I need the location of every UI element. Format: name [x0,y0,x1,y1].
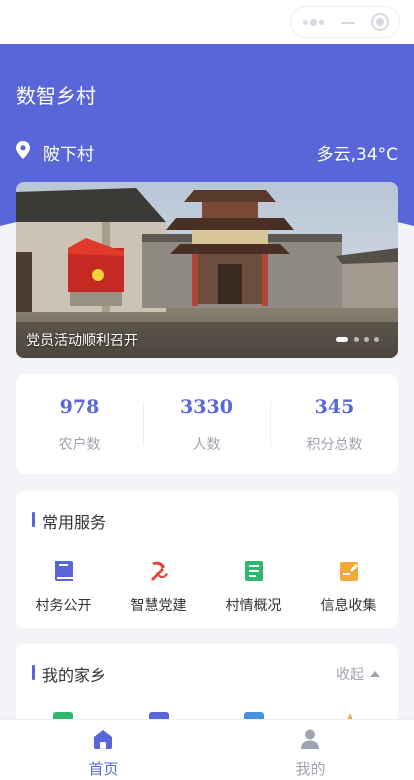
tab-label: 我的 [295,760,326,778]
location-row: 陂下村 多云,34°C [16,140,398,165]
stat-people: 3330 人数 [143,374,270,474]
service-label: 智慧党建 [130,598,187,614]
service-label: 信息收集 [320,598,377,614]
home-icon [94,730,112,749]
tab-mine[interactable]: 我的 [207,720,414,780]
stat-points: 345 积分总数 [271,374,398,474]
collapse-toggle[interactable]: 收起 [336,664,380,684]
location-pin-icon [16,141,30,159]
section-title: 常用服务 [32,509,106,532]
document-list-icon [245,561,263,581]
collapse-label: 收起 [336,667,364,683]
close-target-icon[interactable] [371,13,389,31]
banner-pagination[interactable] [336,337,388,343]
tab-label: 首页 [88,760,119,778]
stats-card: 978 农户数 3330 人数 345 积分总数 [16,374,398,474]
banner-dot[interactable] [374,337,379,342]
tab-home[interactable]: 首页 [0,720,207,780]
stat-value: 978 [59,396,100,418]
service-label: 村情概况 [225,598,282,614]
user-icon [301,729,319,749]
app-title: 数智乡村 [16,84,96,108]
stat-label: 人数 [192,437,221,453]
minimize-icon[interactable] [341,22,355,24]
banner-dot[interactable] [364,337,369,342]
service-label: 村务公开 [35,598,92,614]
banner-dot[interactable] [354,337,359,342]
bottom-tabbar: 首页 我的 [0,719,414,780]
banner-carousel[interactable]: 党员活动顺利召开 [16,182,398,358]
mini-program-capsule[interactable] [290,6,400,38]
party-emblem-icon [151,561,168,581]
book-icon [55,561,73,581]
edit-note-icon [340,562,358,581]
stat-households: 978 农户数 [16,374,143,474]
chevron-up-icon [370,671,380,677]
banner-caption: 党员活动顺利召开 [26,333,138,349]
stat-label: 积分总数 [306,437,363,453]
service-village-affairs[interactable]: 村务公开 [16,553,111,614]
service-party-building[interactable]: 智慧党建 [111,553,206,614]
status-strip [0,0,414,44]
section-title: 我的家乡 [32,662,106,685]
weather-text: 多云,34°C [316,145,398,165]
service-info-collection[interactable]: 信息收集 [301,553,396,614]
stat-value: 345 [314,396,355,418]
village-name: 陂下村 [43,145,94,165]
more-icon[interactable] [303,18,327,26]
stat-value: 3330 [180,396,233,418]
banner-dot-active[interactable] [336,337,348,342]
service-village-overview[interactable]: 村情概况 [206,553,301,614]
common-services-card: 常用服务 村务公开 智慧党建 村情概况 信息收集 [16,491,398,628]
stat-label: 农户数 [58,437,101,453]
